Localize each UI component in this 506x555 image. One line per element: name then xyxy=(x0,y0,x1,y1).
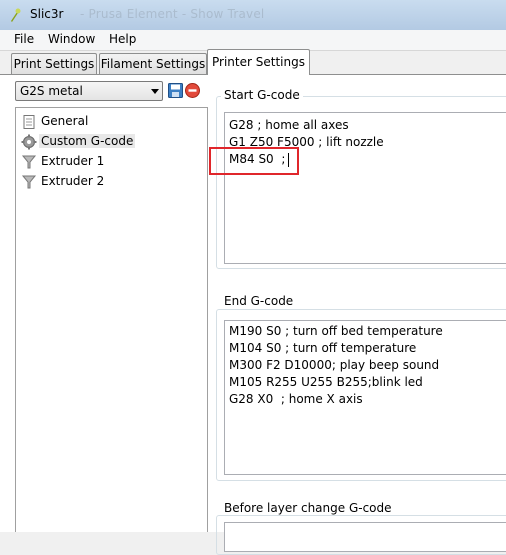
settings-tree: General Custom G-code Extruder 1 Extrude… xyxy=(15,107,208,532)
code-line: M300 F2 D10000; play beep sound xyxy=(229,358,440,372)
end-gcode-editor[interactable]: M190 S0 ; turn off bed temperature M104 … xyxy=(224,320,506,475)
title-bar: Slic3r - Prusa Element - Show Travel xyxy=(0,0,506,31)
tab-filament-settings[interactable]: Filament Settings xyxy=(99,53,207,74)
end-gcode-title: End G-code xyxy=(221,294,297,308)
delete-icon[interactable] xyxy=(185,83,200,98)
tab-label: Printer Settings xyxy=(212,55,305,69)
code-line: G28 ; home all axes xyxy=(229,118,349,132)
before-layer-gcode-editor[interactable] xyxy=(224,522,506,552)
funnel-icon xyxy=(21,155,37,169)
menu-bar: File Window Help xyxy=(0,30,506,51)
funnel-icon xyxy=(21,175,37,189)
code-line: G28 X0 ; home X axis xyxy=(229,392,363,406)
page-icon xyxy=(23,115,35,129)
tab-label: Print Settings xyxy=(13,57,95,71)
slic3r-logo-icon xyxy=(11,8,21,22)
tree-item-label: General xyxy=(41,114,89,128)
tree-item-label: Custom G-code xyxy=(39,134,136,148)
tab-print-settings[interactable]: Print Settings xyxy=(11,53,97,74)
chevron-down-icon xyxy=(151,89,159,94)
window-title: Slic3r xyxy=(30,7,64,21)
tree-item-label: Extruder 2 xyxy=(41,174,105,188)
tree-item-label: Extruder 1 xyxy=(41,154,105,168)
start-gcode-title: Start G-code xyxy=(221,88,303,102)
save-icon[interactable] xyxy=(168,83,183,98)
gear-icon xyxy=(21,134,37,150)
highlight-annotation xyxy=(209,147,299,175)
code-line: M104 S0 ; turn off temperature xyxy=(229,341,417,355)
menu-help[interactable]: Help xyxy=(109,32,136,46)
preset-value: G2S metal xyxy=(20,84,83,98)
code-line: M190 S0 ; turn off bed temperature xyxy=(229,324,443,338)
before-layer-gcode-title: Before layer change G-code xyxy=(221,501,395,515)
start-gcode-editor[interactable]: G28 ; home all axes G1 Z50 F5000 ; lift … xyxy=(224,112,506,264)
code-line: M105 R255 U255 B255;blink led xyxy=(229,375,423,389)
window-title-ghost: - Prusa Element - Show Travel xyxy=(80,7,265,21)
menu-file[interactable]: File xyxy=(14,32,34,46)
preset-dropdown[interactable]: G2S metal xyxy=(15,81,163,101)
tab-label: Filament Settings xyxy=(100,57,206,71)
menu-window[interactable]: Window xyxy=(48,32,95,46)
tab-printer-settings[interactable]: Printer Settings xyxy=(207,49,310,75)
